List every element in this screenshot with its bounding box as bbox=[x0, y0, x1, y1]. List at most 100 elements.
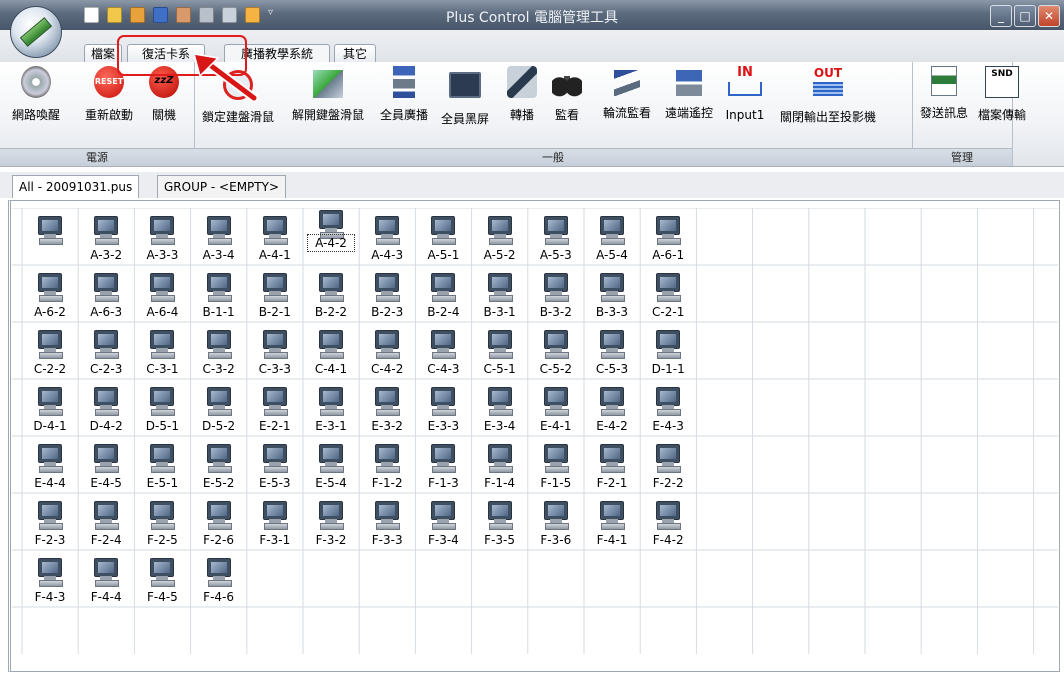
save-icon[interactable] bbox=[153, 7, 168, 23]
computer-item[interactable]: B-2-3 bbox=[359, 265, 415, 322]
computer-item[interactable]: B-1-1 bbox=[191, 265, 247, 322]
computer-item[interactable]: F-2-6 bbox=[191, 493, 247, 550]
computer-item[interactable]: E-4-5 bbox=[78, 436, 134, 493]
computer-item[interactable]: F-2-3 bbox=[22, 493, 78, 550]
computer-item[interactable]: E-3-4 bbox=[472, 379, 528, 436]
tab-other[interactable]: 其它 bbox=[334, 44, 376, 63]
computer-item[interactable]: A-6-3 bbox=[78, 265, 134, 322]
computer-item[interactable]: F-3-3 bbox=[359, 493, 415, 550]
computer-item[interactable]: F-1-2 bbox=[359, 436, 415, 493]
computer-item[interactable]: C-3-2 bbox=[191, 322, 247, 379]
printer-icon[interactable] bbox=[199, 7, 214, 23]
computer-item[interactable]: C-5-2 bbox=[528, 322, 584, 379]
computer-item[interactable]: F-1-5 bbox=[528, 436, 584, 493]
computer-item[interactable]: E-4-3 bbox=[640, 379, 696, 436]
computer-item[interactable]: C-3-1 bbox=[134, 322, 190, 379]
computer-item[interactable]: F-4-5 bbox=[134, 550, 190, 607]
computer-item[interactable]: A-4-1 bbox=[247, 208, 303, 265]
computer-item[interactable]: F-2-2 bbox=[640, 436, 696, 493]
computer-item[interactable]: A-5-4 bbox=[584, 208, 640, 265]
computer-item[interactable]: A-6-1 bbox=[640, 208, 696, 265]
computer-item[interactable]: F-3-4 bbox=[415, 493, 471, 550]
computer-item[interactable]: D-5-2 bbox=[191, 379, 247, 436]
computer-item[interactable]: F-2-4 bbox=[78, 493, 134, 550]
rotate-monitor-button[interactable]: 輪流監看 bbox=[598, 66, 656, 121]
computer-item[interactable]: F-4-6 bbox=[191, 550, 247, 607]
computer-item[interactable]: B-2-1 bbox=[247, 265, 303, 322]
computer-item[interactable]: D-5-1 bbox=[134, 379, 190, 436]
computer-item[interactable]: C-2-2 bbox=[22, 322, 78, 379]
computer-item[interactable]: A-6-4 bbox=[134, 265, 190, 322]
maximize-button[interactable]: □ bbox=[1014, 5, 1036, 27]
new-file-icon[interactable] bbox=[84, 7, 99, 23]
input1-button[interactable]: IN Input1 bbox=[718, 66, 772, 123]
computer-item[interactable]: A-3-4 bbox=[191, 208, 247, 265]
refresh-icon[interactable] bbox=[130, 7, 145, 23]
computer-item[interactable]: F-4-2 bbox=[640, 493, 696, 550]
computer-item[interactable]: E-5-1 bbox=[134, 436, 190, 493]
computer-item[interactable]: A-4-2 bbox=[303, 208, 359, 265]
computer-item[interactable]: F-4-1 bbox=[584, 493, 640, 550]
send-message-button[interactable]: 發送訊息 bbox=[918, 66, 970, 121]
computer-item[interactable]: E-5-2 bbox=[191, 436, 247, 493]
computer-item[interactable]: B-3-3 bbox=[584, 265, 640, 322]
computer-item[interactable]: E-3-1 bbox=[303, 379, 359, 436]
computer-item[interactable]: F-4-4 bbox=[78, 550, 134, 607]
broadcast-all-button[interactable]: 全員廣播 bbox=[376, 66, 432, 123]
chevron-down-icon[interactable]: ▿ bbox=[268, 7, 281, 21]
monitor-button[interactable]: 監看 bbox=[552, 66, 582, 123]
computer-item[interactable]: E-4-2 bbox=[584, 379, 640, 436]
computer-item[interactable]: F-4-3 bbox=[22, 550, 78, 607]
computer-item[interactable]: E-5-3 bbox=[247, 436, 303, 493]
computer-item[interactable]: D-1-1 bbox=[640, 322, 696, 379]
computer-item[interactable]: F-1-3 bbox=[415, 436, 471, 493]
tag-icon[interactable] bbox=[222, 7, 237, 23]
window-icon[interactable] bbox=[245, 7, 260, 23]
computer-item[interactable]: F-3-6 bbox=[528, 493, 584, 550]
remote-control-button[interactable]: 遠端遙控 bbox=[660, 66, 718, 121]
computer-item[interactable]: E-3-2 bbox=[359, 379, 415, 436]
computer-item[interactable]: B-3-2 bbox=[528, 265, 584, 322]
computer-item[interactable]: C-5-3 bbox=[584, 322, 640, 379]
computer-item[interactable]: A-3-2 bbox=[78, 208, 134, 265]
computer-item[interactable]: C-5-1 bbox=[472, 322, 528, 379]
computer-item[interactable]: E-4-4 bbox=[22, 436, 78, 493]
computer-item[interactable]: E-2-1 bbox=[247, 379, 303, 436]
close-button[interactable]: ✕ bbox=[1038, 5, 1060, 27]
computer-item[interactable]: A-5-2 bbox=[472, 208, 528, 265]
computer-item[interactable]: F-2-1 bbox=[584, 436, 640, 493]
computer-item[interactable] bbox=[22, 208, 78, 265]
computer-item[interactable]: C-2-3 bbox=[78, 322, 134, 379]
computer-item[interactable]: C-4-2 bbox=[359, 322, 415, 379]
blackout-all-button[interactable]: 全員黑屏 bbox=[436, 66, 494, 127]
computer-item[interactable]: F-1-4 bbox=[472, 436, 528, 493]
computer-item[interactable]: B-2-4 bbox=[415, 265, 471, 322]
computer-item[interactable]: B-2-2 bbox=[303, 265, 359, 322]
computer-item[interactable]: A-5-1 bbox=[415, 208, 471, 265]
computer-item[interactable]: B-3-1 bbox=[472, 265, 528, 322]
unlock-keyboard-mouse-button[interactable]: 解開鍵盤滑鼠 bbox=[287, 66, 369, 123]
computer-item[interactable]: E-4-1 bbox=[528, 379, 584, 436]
computer-item[interactable]: D-4-1 bbox=[22, 379, 78, 436]
computer-item[interactable]: F-3-5 bbox=[472, 493, 528, 550]
doc-tab-all[interactable]: All - 20091031.pus bbox=[12, 175, 140, 198]
computer-item[interactable]: F-3-2 bbox=[303, 493, 359, 550]
close-projector-output-button[interactable]: OUT 關閉輸出至投影機 bbox=[776, 66, 880, 125]
computer-item[interactable]: E-3-3 bbox=[415, 379, 471, 436]
file-transfer-button[interactable]: SND 檔案傳輸 bbox=[974, 66, 1030, 123]
computer-item[interactable]: F-3-1 bbox=[247, 493, 303, 550]
app-menu-button[interactable] bbox=[10, 6, 62, 58]
computer-item[interactable]: D-4-2 bbox=[78, 379, 134, 436]
open-folder-icon[interactable] bbox=[107, 7, 122, 23]
computer-item[interactable]: A-6-2 bbox=[22, 265, 78, 322]
relay-button[interactable]: 轉播 bbox=[504, 66, 540, 123]
computer-item[interactable]: A-5-3 bbox=[528, 208, 584, 265]
computer-item[interactable]: A-4-3 bbox=[359, 208, 415, 265]
computer-item[interactable]: C-3-3 bbox=[247, 322, 303, 379]
computer-item[interactable]: C-4-1 bbox=[303, 322, 359, 379]
wake-on-lan-button[interactable]: 網路喚醒 bbox=[8, 66, 64, 123]
doc-tab-group[interactable]: GROUP - <EMPTY> bbox=[157, 175, 287, 198]
computer-item[interactable]: A-3-3 bbox=[134, 208, 190, 265]
computer-item[interactable]: E-5-4 bbox=[303, 436, 359, 493]
minimize-button[interactable]: _ bbox=[990, 5, 1012, 27]
